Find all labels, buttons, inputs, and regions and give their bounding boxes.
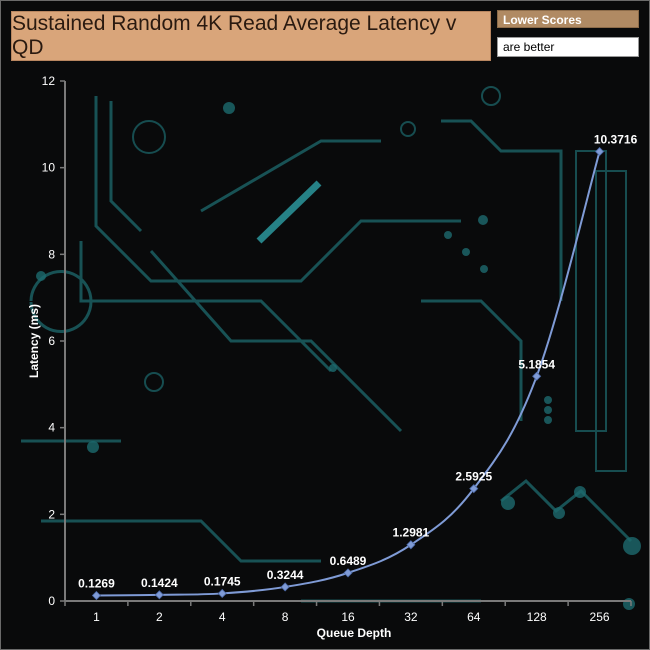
data-point (532, 371, 542, 381)
latency-chart: 0246810121 2 4 8 16 32 64 128 256 Queue Depth La… (27, 74, 638, 640)
chart-frame: Sustained Random 4K Read Average Latency… (0, 0, 650, 650)
x-tick-label: 8 (282, 610, 289, 624)
data-label: 1.2981 (393, 526, 430, 540)
data-label: 0.3244 (267, 568, 304, 582)
tick-labels: 0246810121 2 4 8 16 32 64 128 256 (42, 74, 632, 624)
data-point (343, 568, 353, 578)
data-point (280, 582, 290, 592)
series-latency: 0.1269 0.1424 0.1745 0.3244 0.6489 1.2981 2.59… (78, 133, 638, 601)
data-label: 0.6489 (330, 554, 367, 568)
data-point (154, 590, 164, 600)
x-tick-label: 32 (404, 610, 418, 624)
y-tick-label: 2 (48, 507, 55, 521)
y-tick-label: 4 (48, 421, 55, 435)
data-point (91, 590, 102, 601)
x-tick-label: 16 (341, 610, 355, 624)
y-tick-label: 6 (48, 334, 55, 348)
x-tick-label: 64 (467, 610, 481, 624)
data-label: 0.1745 (204, 574, 241, 588)
data-label: 0.1424 (141, 576, 178, 590)
y-tick-label: 8 (48, 247, 55, 261)
x-tick-label: 4 (219, 610, 226, 624)
data-label: 5.1854 (518, 357, 555, 371)
data-label: 0.1269 (78, 577, 115, 591)
x-axis-title: Queue Depth (317, 626, 392, 640)
series-line (96, 151, 601, 597)
data-point (217, 588, 227, 599)
y-tick-label: 10 (42, 161, 56, 175)
data-point (594, 146, 605, 157)
y-axis-title: Latency (ms) (27, 304, 41, 378)
axes (64, 81, 631, 602)
y-tick-label: 0 (48, 594, 55, 608)
x-tick-label: 256 (590, 610, 610, 624)
x-tick-label: 2 (156, 610, 163, 624)
data-label: 10.3716 (594, 133, 638, 147)
x-tick-label: 1 (93, 610, 100, 624)
x-tick-label: 128 (527, 610, 547, 624)
data-label: 2.5925 (455, 470, 492, 484)
y-tick-label: 12 (42, 74, 56, 88)
